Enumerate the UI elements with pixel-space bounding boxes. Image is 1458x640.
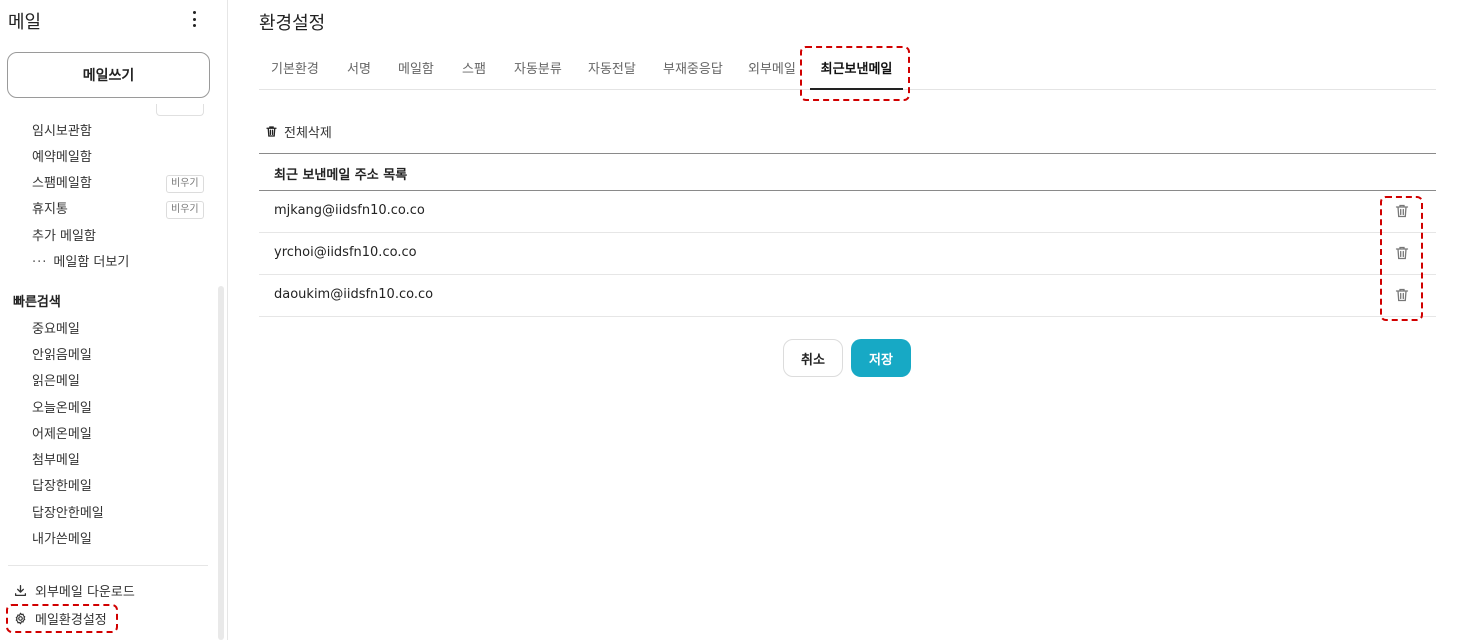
address-text: mjkang@iidsfn10.co.co xyxy=(274,203,425,218)
tab-spam[interactable]: 스팸 xyxy=(462,52,486,90)
more-mailboxes-link[interactable]: ··· 메일함 더보기 xyxy=(32,253,129,273)
cancel-button[interactable]: 취소 xyxy=(783,339,843,377)
sidebar-divider xyxy=(8,565,208,566)
external-mail-download-label: 외부메일 다운로드 xyxy=(35,584,135,600)
quick-search-title: 빠른검색 xyxy=(13,295,61,310)
mailbox-spam[interactable]: 스팸메일함 xyxy=(32,174,92,194)
empty-trash-button[interactable]: 비우기 xyxy=(166,201,204,219)
app-title: 메일 xyxy=(8,12,42,33)
tab-recent-sent[interactable]: 최근보낸메일 xyxy=(810,52,903,90)
trash-icon[interactable] xyxy=(1394,287,1410,303)
tab-signature[interactable]: 서명 xyxy=(347,52,371,90)
tab-auto-sort[interactable]: 자동분류 xyxy=(514,52,562,90)
quick-search-important[interactable]: 중요메일 xyxy=(32,320,80,340)
quick-search-today[interactable]: 오늘온메일 xyxy=(32,399,92,419)
ellipsis-icon: ··· xyxy=(32,255,48,270)
address-row: daoukim@iidsfn10.co.co xyxy=(259,275,1436,317)
settings-tabs: 기본환경 서명 메일함 스팸 자동분류 자동전달 부재중응답 외부메일 최근보낸… xyxy=(259,52,1436,90)
list-header-label: 최근 보낸메일 주소 목록 xyxy=(274,168,408,183)
sidebar: 메일 메일쓰기 임시보관함 예약메일함 스팸메일함 비우기 휴지통 비우기 추가… xyxy=(0,0,228,640)
external-mail-download-link[interactable]: 외부메일 다운로드 xyxy=(14,580,135,600)
tab-mailbox[interactable]: 메일함 xyxy=(398,52,434,90)
mail-settings-label: 메일환경설정 xyxy=(35,612,107,628)
quick-search-attachment[interactable]: 첨부메일 xyxy=(32,451,80,471)
list-header: 최근 보낸메일 주소 목록 xyxy=(259,153,1436,191)
sidebar-scrollbar[interactable] xyxy=(218,286,224,640)
mailbox-drafts[interactable]: 임시보관함 xyxy=(32,122,92,142)
quick-search-replied[interactable]: 답장한메일 xyxy=(32,477,92,497)
more-options-icon[interactable] xyxy=(186,9,202,29)
page-title: 환경설정 xyxy=(259,13,326,34)
address-row: mjkang@iidsfn10.co.co xyxy=(259,191,1436,233)
download-icon xyxy=(14,584,27,596)
quick-search-read[interactable]: 읽은메일 xyxy=(32,372,80,392)
quick-search-unread[interactable]: 안읽음메일 xyxy=(32,346,92,366)
address-row: yrchoi@iidsfn10.co.co xyxy=(259,233,1436,275)
mailbox-scheduled[interactable]: 예약메일함 xyxy=(32,148,92,168)
quick-search-sent-by-me[interactable]: 내가쓴메일 xyxy=(32,530,92,550)
save-button[interactable]: 저장 xyxy=(851,339,911,377)
address-text: daoukim@iidsfn10.co.co xyxy=(274,287,434,302)
compose-button[interactable]: 메일쓰기 xyxy=(7,52,210,98)
tab-auto-reply[interactable]: 부재중응답 xyxy=(663,52,723,90)
tab-auto-forward[interactable]: 자동전달 xyxy=(588,52,636,90)
clipped-badge xyxy=(156,104,204,116)
more-mailboxes-label: 메일함 더보기 xyxy=(53,255,130,270)
empty-spam-button[interactable]: 비우기 xyxy=(166,175,204,193)
quick-search-not-replied[interactable]: 답장안한메일 xyxy=(32,504,104,524)
trash-icon[interactable] xyxy=(1394,245,1410,261)
address-text: yrchoi@iidsfn10.co.co xyxy=(274,245,417,260)
delete-all-label: 전체삭제 xyxy=(284,125,332,141)
mail-settings-link[interactable]: 메일환경설정 xyxy=(14,608,107,628)
trash-icon xyxy=(266,125,277,137)
quick-search-yesterday[interactable]: 어제온메일 xyxy=(32,425,92,445)
tab-basic[interactable]: 기본환경 xyxy=(271,52,319,90)
mailbox-add[interactable]: 추가 메일함 xyxy=(32,227,96,247)
delete-all-button[interactable]: 전체삭제 xyxy=(265,121,332,141)
trash-icon[interactable] xyxy=(1394,203,1410,219)
tab-external-mail[interactable]: 외부메일 xyxy=(748,52,796,90)
mailbox-trash[interactable]: 휴지통 xyxy=(32,200,68,220)
gear-icon xyxy=(15,612,26,624)
